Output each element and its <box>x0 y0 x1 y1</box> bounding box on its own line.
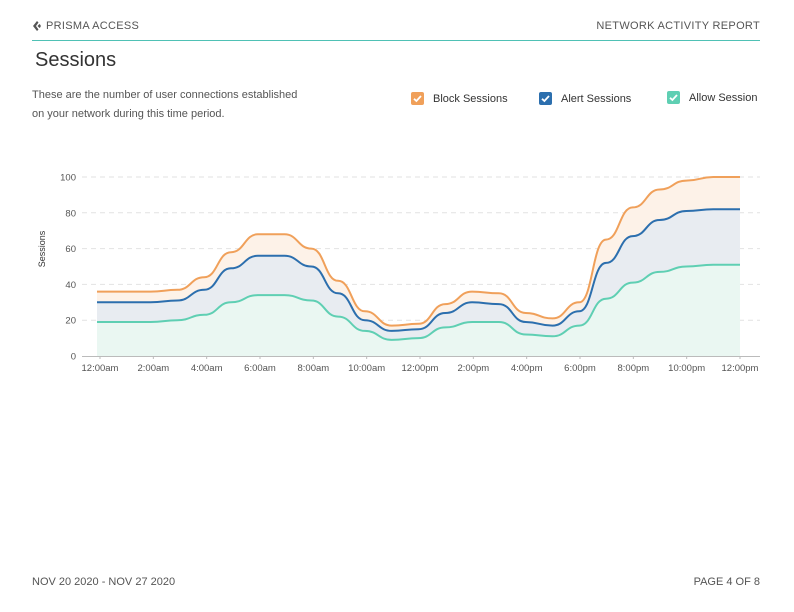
footer-date-range: NOV 20 2020 - NOV 27 2020 <box>32 576 176 588</box>
chart-legend: Block Sessions Alert Sessions Allow Sess… <box>411 91 771 110</box>
x-tick-label: 6:00am <box>244 363 276 374</box>
x-tick-label: 12:00pm <box>402 363 439 374</box>
x-tick-label: 6:00pm <box>564 363 596 374</box>
x-tick-label: 12:00pm <box>722 363 759 374</box>
y-tick-label: 0 <box>71 352 76 363</box>
prisma-logo-icon <box>33 21 41 31</box>
y-tick-label: 60 <box>65 244 76 255</box>
x-tick-label: 8:00pm <box>617 363 649 374</box>
page-title: Sessions <box>35 49 117 71</box>
x-tick-label: 2:00pm <box>457 363 489 374</box>
legend-item-allow[interactable]: Allow Session <box>667 91 757 104</box>
y-tick-label: 80 <box>65 208 76 219</box>
x-tick-label: 4:00pm <box>511 363 543 374</box>
checkbox-checked-icon[interactable] <box>411 92 424 105</box>
x-tick-label: 8:00am <box>297 363 329 374</box>
legend-item-alert[interactable]: Alert Sessions <box>539 92 631 105</box>
description-line-1: These are the number of user connections… <box>32 89 298 101</box>
report-header: PRISMA ACCESS NETWORK ACTIVITY REPORT <box>32 20 760 41</box>
y-axis-label: Sessions <box>37 230 47 267</box>
y-tick-label: 20 <box>65 316 76 327</box>
legend-item-block[interactable]: Block Sessions <box>411 92 508 105</box>
legend-label-block: Block Sessions <box>433 92 508 105</box>
brand: PRISMA ACCESS <box>32 20 139 32</box>
sessions-area-chart: 0 20 40 60 80 100 12:00am 2:00am 4:00am 6:00am 8:0… <box>37 173 760 374</box>
legend-label-allow: Allow Session <box>689 91 758 104</box>
chart-description: These are the number of user connections… <box>32 86 332 124</box>
brand-name: PRISMA ACCESS <box>46 20 140 32</box>
checkbox-checked-icon[interactable] <box>539 92 552 105</box>
footer-page-number: PAGE 4 OF 8 <box>693 576 760 588</box>
x-tick-label: 12:00am <box>82 363 119 374</box>
legend-label-alert: Alert Sessions <box>561 92 632 105</box>
x-tick-label: 10:00am <box>348 363 385 374</box>
x-tick-label: 4:00am <box>191 363 223 374</box>
y-tick-label: 40 <box>65 280 76 291</box>
y-tick-label: 100 <box>60 173 76 184</box>
description-line-2: on your network during this time period. <box>32 108 225 120</box>
checkbox-checked-icon[interactable] <box>667 91 680 104</box>
x-tick-label: 2:00am <box>137 363 169 374</box>
report-title: NETWORK ACTIVITY REPORT <box>596 20 760 32</box>
x-tick-label: 10:00pm <box>668 363 705 374</box>
